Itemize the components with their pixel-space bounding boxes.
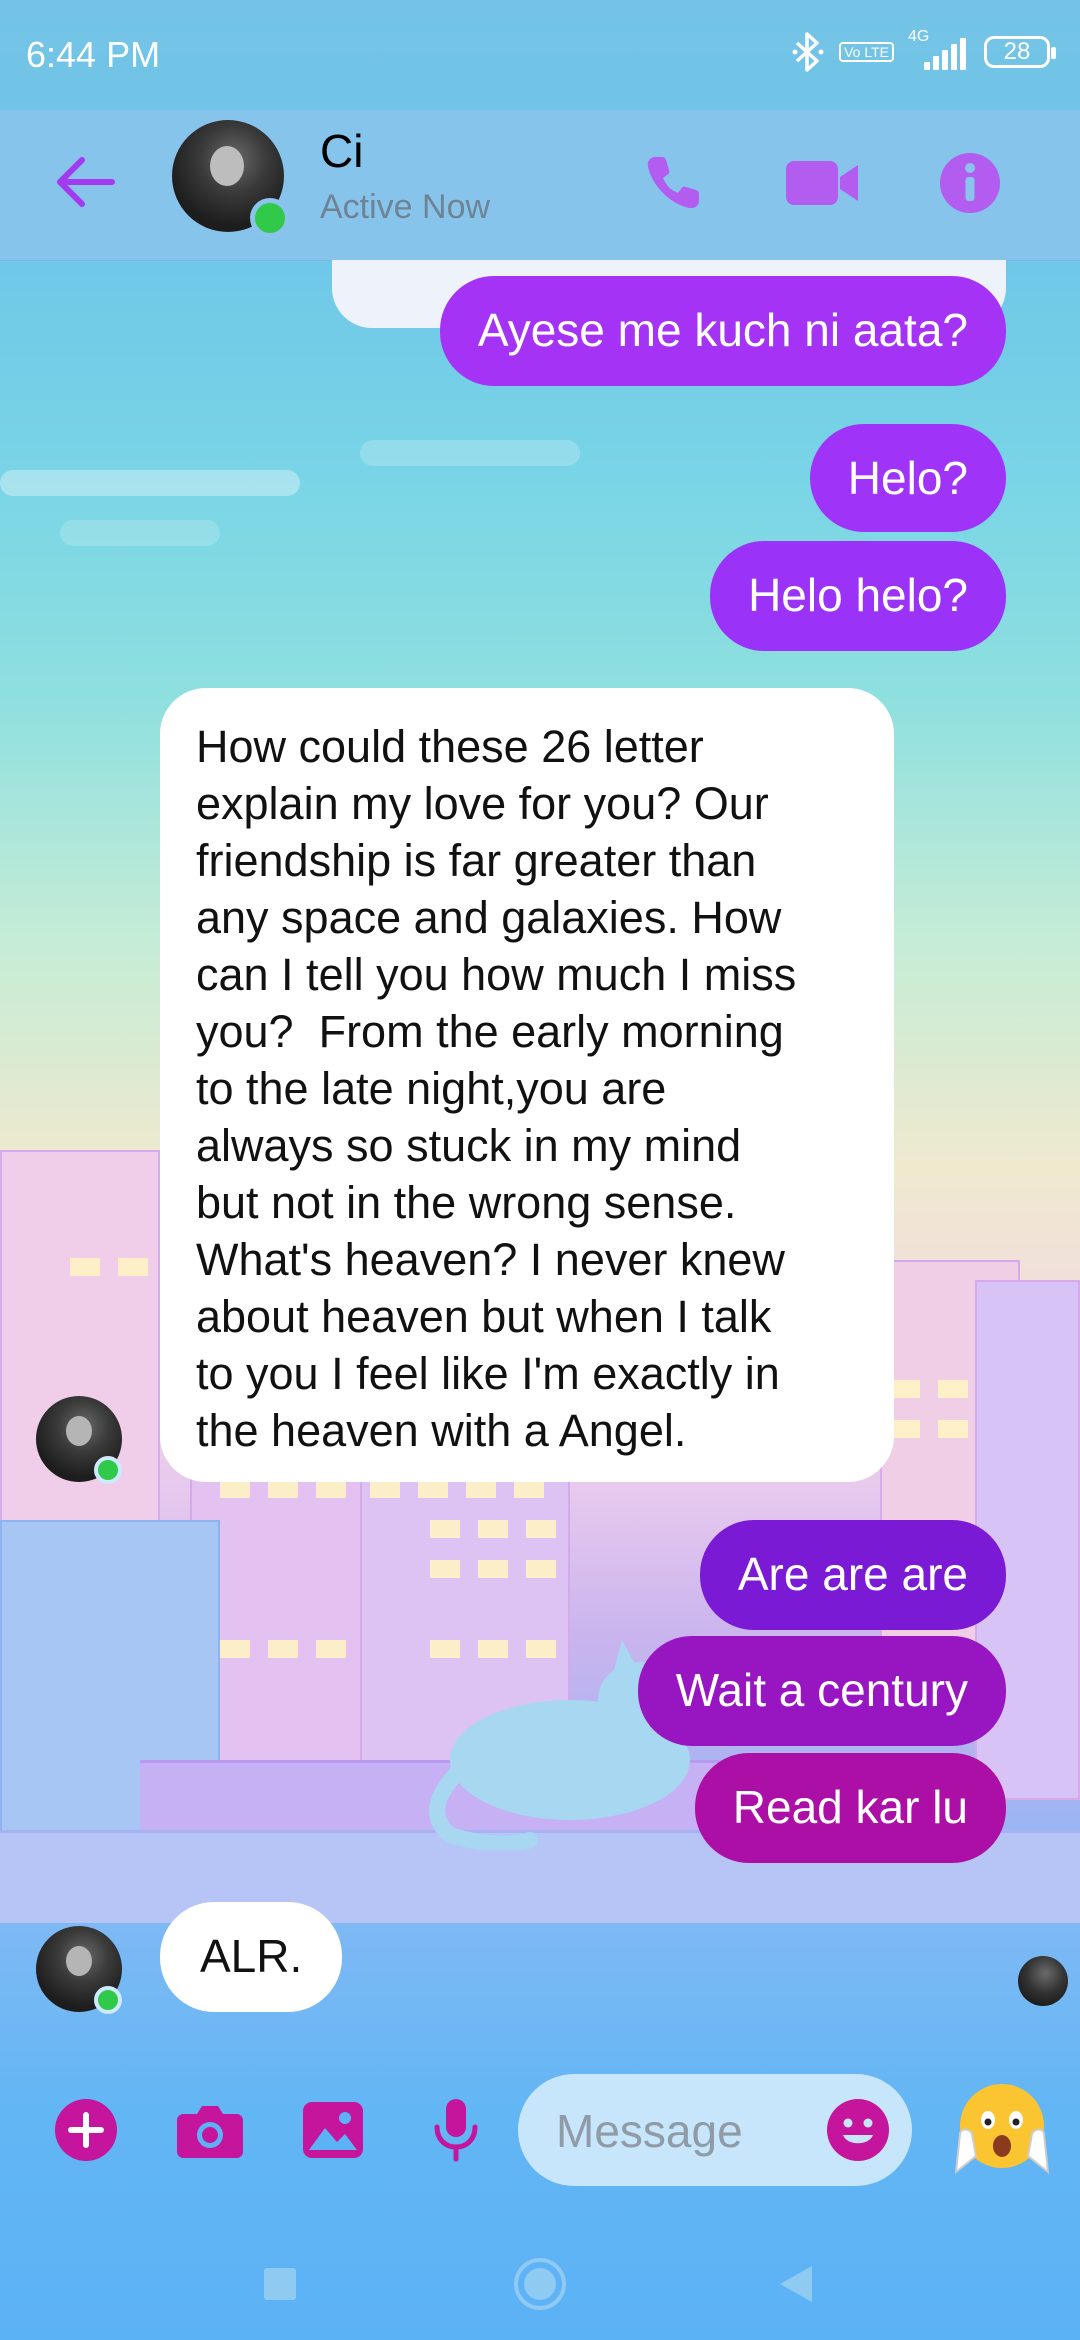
bluetooth-icon bbox=[792, 32, 824, 72]
back-arrow-icon bbox=[57, 157, 115, 207]
message-input[interactable] bbox=[554, 2102, 818, 2160]
video-call-button[interactable] bbox=[777, 138, 867, 228]
seen-receipt-avatar bbox=[1018, 1956, 1068, 2006]
outgoing-message[interactable]: Helo? bbox=[809, 424, 1006, 532]
shocked-face-emoji-icon bbox=[954, 2084, 1050, 2175]
message-line: the heaven with a Angel. bbox=[196, 1405, 687, 1456]
home-circle-icon bbox=[514, 2258, 566, 2310]
info-button[interactable] bbox=[925, 138, 1015, 228]
message-line: to the late night,you are bbox=[196, 1063, 667, 1114]
quick-reaction-button[interactable] bbox=[950, 2076, 1054, 2180]
system-navigation-bar bbox=[0, 2220, 1080, 2340]
incoming-message[interactable]: How could these 26 letter explain my love… bbox=[160, 688, 894, 1482]
nav-back-button[interactable] bbox=[766, 2254, 826, 2314]
incoming-message[interactable]: ALR. bbox=[160, 1902, 343, 2012]
voice-record-button[interactable] bbox=[416, 2090, 496, 2170]
more-actions-button[interactable] bbox=[46, 2090, 126, 2170]
camera-button[interactable] bbox=[170, 2090, 250, 2170]
outgoing-message[interactable]: Are are are bbox=[699, 1520, 1006, 1630]
message-line: friendship is far greater than bbox=[196, 835, 757, 886]
battery-icon: 28 bbox=[984, 36, 1056, 68]
message-composer bbox=[0, 2070, 1080, 2190]
message-line: about heaven but when I talk bbox=[196, 1291, 772, 1342]
message-line: to you I feel like I'm exactly in bbox=[196, 1348, 780, 1399]
battery-level: 28 bbox=[1003, 38, 1031, 65]
messenger-chat-screen: 6:44 PM Vo LTE 4G 28 Ci Active Now Ayese… bbox=[0, 0, 1080, 2340]
home-button[interactable] bbox=[510, 2254, 570, 2314]
status-icons: Vo LTE 4G 28 bbox=[791, 28, 1056, 72]
signal-icon: 4G bbox=[908, 28, 970, 72]
chat-header: Ci Active Now bbox=[0, 110, 1080, 261]
outgoing-message[interactable]: Read kar lu bbox=[694, 1753, 1006, 1863]
recents-square-icon bbox=[264, 2268, 296, 2300]
emoji-button[interactable] bbox=[826, 2098, 890, 2162]
message-field[interactable] bbox=[518, 2074, 912, 2186]
info-icon bbox=[940, 153, 1000, 213]
message-line: How could these 26 letter bbox=[196, 721, 704, 772]
gallery-button[interactable] bbox=[293, 2090, 373, 2170]
message-line: but not in the wrong sense. bbox=[196, 1177, 737, 1228]
phone-icon bbox=[647, 157, 699, 209]
message-line: any space and galaxies. How bbox=[196, 892, 782, 943]
contact-name[interactable]: Ci bbox=[320, 124, 363, 178]
online-indicator bbox=[94, 1456, 122, 1484]
image-icon bbox=[303, 2102, 363, 2158]
message-line: can I tell you how much I miss bbox=[196, 949, 797, 1000]
outgoing-message[interactable]: Ayese me kuch ni aata? bbox=[439, 276, 1006, 386]
message-line: always so stuck in my mind bbox=[196, 1120, 742, 1171]
back-triangle-icon bbox=[780, 2266, 812, 2302]
video-camera-icon bbox=[786, 161, 858, 205]
online-indicator bbox=[250, 198, 290, 238]
smiley-icon bbox=[827, 2099, 889, 2161]
message-text: How could these 26 letter explain my love… bbox=[196, 718, 858, 1459]
status-bar: 6:44 PM Vo LTE 4G 28 bbox=[0, 0, 1080, 110]
outgoing-message[interactable]: Helo helo? bbox=[710, 541, 1006, 651]
contact-status: Active Now bbox=[320, 188, 491, 226]
status-time: 6:44 PM bbox=[26, 34, 161, 75]
voice-call-button[interactable] bbox=[628, 138, 718, 228]
outgoing-message[interactable]: Wait a century bbox=[637, 1636, 1006, 1746]
online-indicator bbox=[94, 1986, 122, 2014]
back-button[interactable] bbox=[52, 148, 120, 216]
camera-icon bbox=[177, 2106, 243, 2158]
recents-button[interactable] bbox=[250, 2254, 310, 2314]
message-line: you? From the early morning bbox=[196, 1006, 784, 1057]
message-line: explain my love for you? Our bbox=[196, 778, 769, 829]
message-line: What's heaven? I never knew bbox=[196, 1234, 785, 1285]
microphone-icon bbox=[434, 2099, 478, 2162]
volte-icon: Vo LTE bbox=[839, 42, 894, 62]
plus-icon bbox=[55, 2099, 117, 2161]
